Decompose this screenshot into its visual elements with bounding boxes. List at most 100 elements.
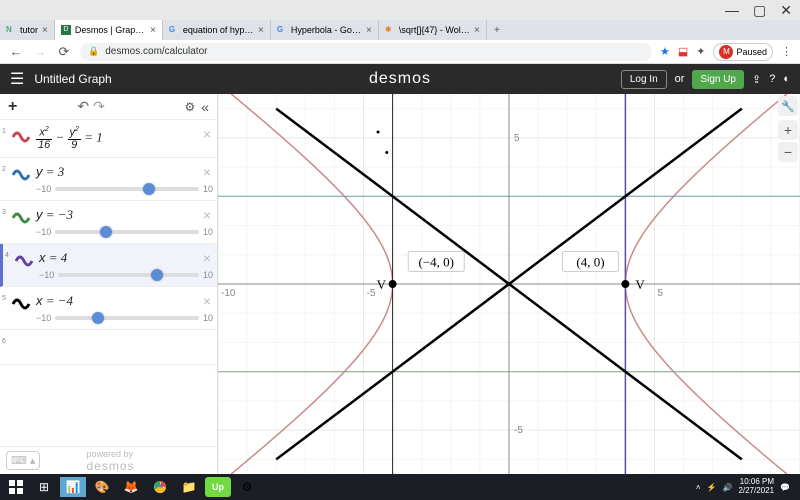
- expression-row[interactable]: 5 x = −4 −1010 ×: [0, 287, 217, 330]
- upwork-icon[interactable]: Up: [205, 477, 231, 497]
- avatar-icon: M: [719, 45, 733, 59]
- graph-canvas[interactable]: -10-5510-55 VV (−4, 0)(4, 0) 🔧 + −: [218, 94, 800, 474]
- help-icon[interactable]: ?: [769, 73, 775, 85]
- collapse-panel-icon[interactable]: «: [201, 99, 209, 115]
- expr-color-icon[interactable]: [10, 126, 32, 148]
- clock[interactable]: 10:06 PM 2/27/2021: [738, 478, 774, 496]
- remove-expr-icon[interactable]: ×: [203, 293, 211, 309]
- system-tray[interactable]: ˄ ⚡ 🔊 10:06 PM 2/27/2021 💬: [696, 478, 796, 496]
- tab-close-icon[interactable]: ×: [42, 25, 48, 36]
- profile-button[interactable]: M Paused: [713, 43, 773, 61]
- tab-tutor[interactable]: N tutor ×: [0, 20, 55, 40]
- add-expression-button[interactable]: +: [8, 98, 17, 116]
- slider[interactable]: −1010: [39, 270, 213, 280]
- expr-equation[interactable]: x = 4: [39, 250, 213, 266]
- expression-row[interactable]: 1 x216 − y29 = 1 ×: [0, 120, 217, 158]
- favicon-icon: ✱: [385, 25, 395, 35]
- tab-close-icon[interactable]: ×: [474, 25, 480, 36]
- expr-color-icon[interactable]: [10, 207, 32, 229]
- chrome-icon[interactable]: [147, 477, 173, 497]
- signup-button[interactable]: Sign Up: [692, 70, 744, 89]
- app-header: ☰ Untitled Graph desmos Log In or Sign U…: [0, 64, 800, 94]
- expr-color-icon[interactable]: [10, 164, 32, 186]
- remove-expr-icon[interactable]: ×: [203, 207, 211, 223]
- remove-expr-icon[interactable]: ×: [203, 126, 211, 142]
- expression-panel: + ↶ ↷ ⚙ « 1 x216 − y29 = 1 ×2 y = 3 −101…: [0, 94, 218, 474]
- tray-chevron-icon[interactable]: ˄: [696, 483, 701, 492]
- expression-row[interactable]: 4 x = 4 −1010 ×: [0, 244, 217, 287]
- favicon-icon: N: [6, 25, 16, 35]
- app-icon[interactable]: 🎨: [89, 477, 115, 497]
- expr-equation[interactable]: y = −3: [36, 207, 213, 223]
- maximize-icon[interactable]: ▢: [753, 2, 766, 19]
- expression-row[interactable]: 6: [0, 330, 217, 365]
- app-icon[interactable]: 📊: [60, 477, 86, 497]
- lock-icon: 🔒: [88, 46, 99, 57]
- volume-icon[interactable]: 🔊: [722, 483, 732, 492]
- extension-icon[interactable]: ⬓: [678, 45, 688, 58]
- firefox-icon[interactable]: 🦊: [118, 477, 144, 497]
- tab-close-icon[interactable]: ×: [366, 25, 372, 36]
- expr-equation[interactable]: y = 3: [36, 164, 213, 180]
- url-input[interactable]: 🔒 desmos.com/calculator: [80, 43, 652, 61]
- slider[interactable]: −1010: [36, 227, 213, 237]
- slider[interactable]: −1010: [36, 313, 213, 323]
- zoom-in-button[interactable]: +: [778, 120, 798, 140]
- hamburger-icon[interactable]: ☰: [10, 69, 24, 89]
- favicon-icon: G: [277, 25, 287, 35]
- browser-tabs: N tutor × D Desmos | Graphing Ca × G equ…: [0, 20, 800, 40]
- share-icon[interactable]: ⇪: [752, 73, 761, 86]
- forward-button[interactable]: →: [32, 44, 48, 59]
- expr-equation[interactable]: x = −4: [36, 293, 213, 309]
- extensions-icon[interactable]: ✦: [696, 45, 705, 58]
- reload-button[interactable]: ⟳: [56, 44, 72, 60]
- graph-title[interactable]: Untitled Graph: [34, 72, 111, 86]
- language-icon[interactable]: ◐: [783, 73, 790, 85]
- back-button[interactable]: ←: [8, 44, 24, 59]
- expression-toolbar: + ↶ ↷ ⚙ «: [0, 94, 217, 120]
- plot-svg: -10-5510-55 VV (−4, 0)(4, 0): [218, 94, 800, 474]
- tab-google-equation[interactable]: G equation of hyperbola ×: [163, 20, 271, 40]
- vertex-point[interactable]: [389, 280, 397, 288]
- settings-icon[interactable]: ⚙: [184, 100, 195, 114]
- tab-desmos[interactable]: D Desmos | Graphing Ca ×: [55, 20, 163, 40]
- svg-text:-5: -5: [367, 288, 376, 299]
- start-button[interactable]: [4, 477, 28, 497]
- expression-row[interactable]: 3 y = −3 −1010 ×: [0, 201, 217, 244]
- slider[interactable]: −1010: [36, 184, 213, 194]
- undo-button[interactable]: ↶: [77, 98, 89, 115]
- url-text: desmos.com/calculator: [105, 46, 207, 57]
- expr-index: 2: [2, 164, 10, 194]
- graph-settings-icon[interactable]: 🔧: [778, 96, 798, 116]
- tab-label: equation of hyperbola: [183, 25, 254, 35]
- app-icon[interactable]: 📁: [176, 477, 202, 497]
- keyboard-button[interactable]: ⌨ ▴: [6, 451, 40, 470]
- wifi-icon[interactable]: ⚡: [707, 483, 717, 492]
- vertex-point[interactable]: [621, 280, 629, 288]
- zoom-out-button[interactable]: −: [778, 142, 798, 162]
- tab-label: tutor: [20, 25, 38, 35]
- tab-close-icon[interactable]: ×: [150, 25, 156, 36]
- expr-equation[interactable]: x216 − y29 = 1: [36, 126, 213, 151]
- tab-wolfram[interactable]: ✱ \sqrt[]{47} - Wolfram|A ×: [379, 20, 487, 40]
- menu-icon[interactable]: ⋮: [781, 45, 792, 58]
- remove-expr-icon[interactable]: ×: [203, 250, 211, 266]
- redo-button[interactable]: ↷: [93, 98, 105, 115]
- new-tab-button[interactable]: +: [487, 20, 507, 40]
- expr-color-icon[interactable]: [13, 250, 35, 272]
- tab-google-hyperbola[interactable]: G Hyperbola - Google S ×: [271, 20, 379, 40]
- svg-text:-5: -5: [514, 425, 523, 436]
- expression-row[interactable]: 2 y = 3 −1010 ×: [0, 158, 217, 201]
- minimize-icon[interactable]: —: [725, 2, 739, 18]
- svg-text:5: 5: [658, 288, 664, 299]
- notifications-icon[interactable]: 💬: [780, 483, 790, 492]
- login-button[interactable]: Log In: [621, 70, 667, 89]
- remove-expr-icon[interactable]: ×: [203, 164, 211, 180]
- favicon-icon: G: [169, 25, 179, 35]
- app-icon[interactable]: ⚙: [234, 477, 260, 497]
- close-icon[interactable]: ✕: [780, 2, 792, 19]
- expr-color-icon[interactable]: [10, 293, 32, 315]
- taskview-icon[interactable]: ⊞: [31, 477, 57, 497]
- tab-close-icon[interactable]: ×: [258, 25, 264, 36]
- bookmark-icon[interactable]: ★: [660, 45, 670, 58]
